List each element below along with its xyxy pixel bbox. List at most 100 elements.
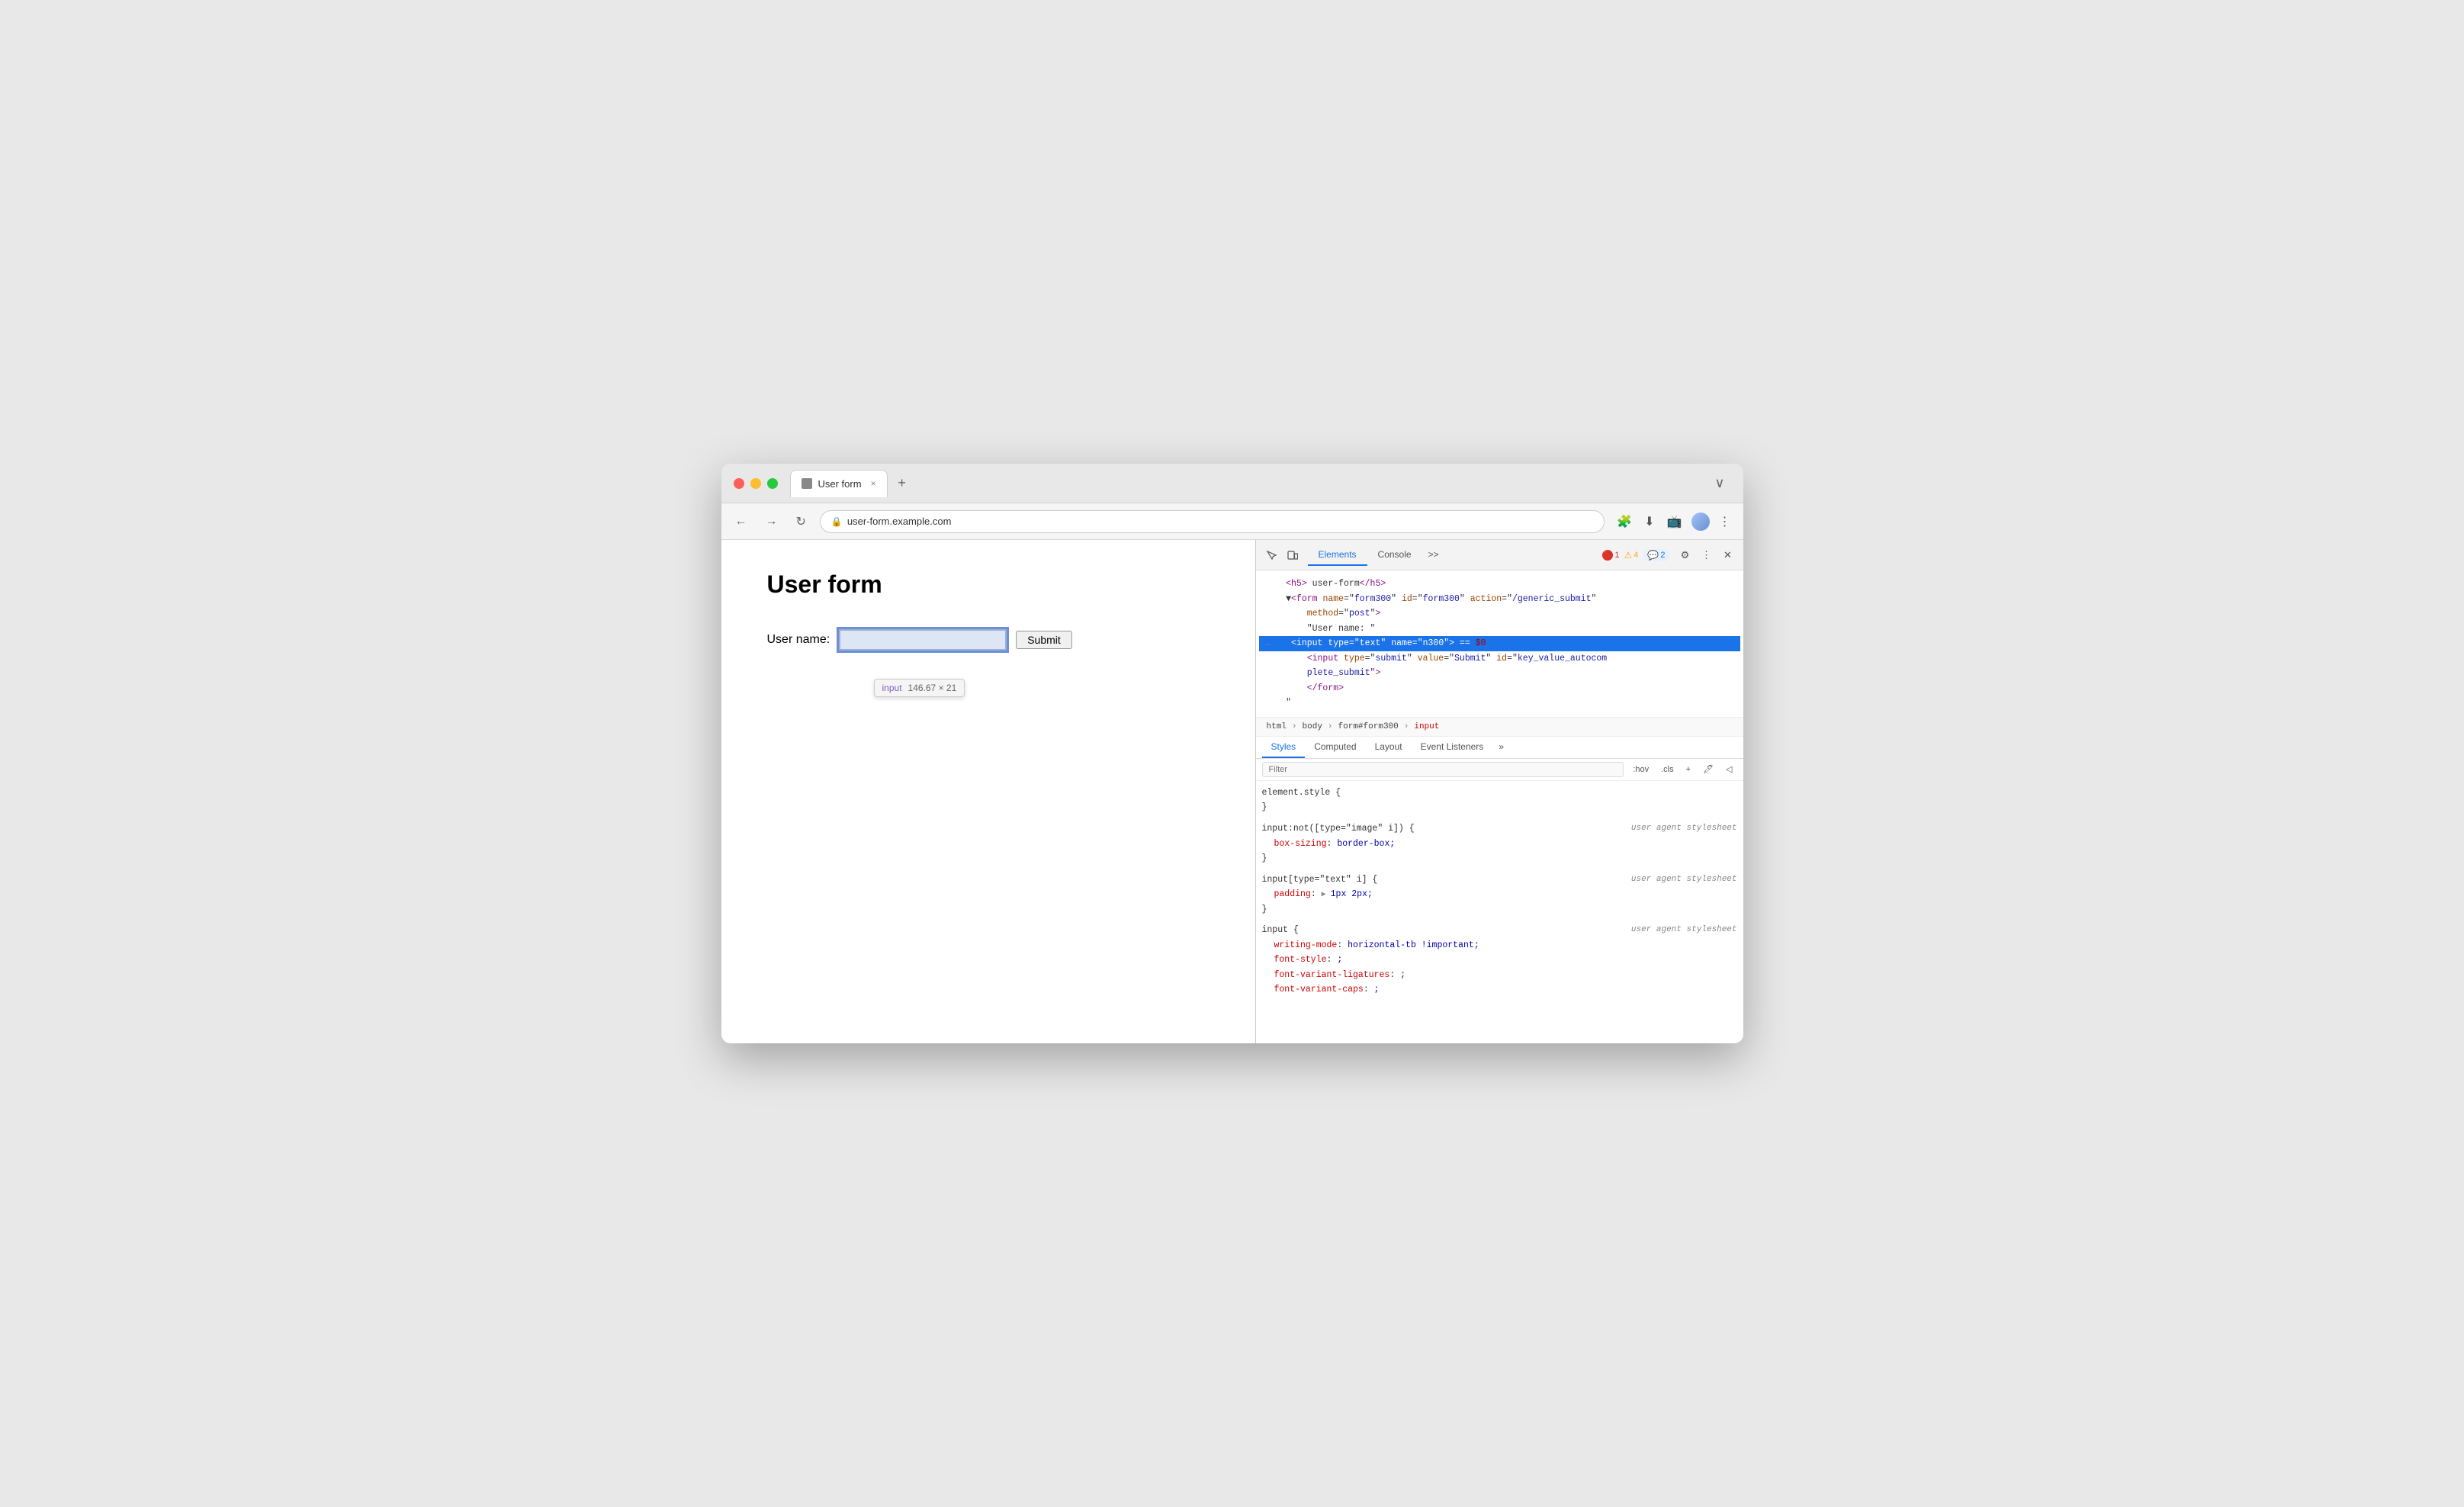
- maximize-traffic-light[interactable]: [767, 478, 778, 489]
- tree-line-text[interactable]: "User name: ": [1259, 622, 1740, 637]
- new-tab-button[interactable]: +: [891, 472, 914, 495]
- css-prop-padding: padding: ▶ 1px 2px;: [1262, 887, 1737, 902]
- devtools-settings-icon[interactable]: ⚙: [1676, 546, 1695, 564]
- back-button[interactable]: ←: [731, 512, 752, 532]
- tooltip-size: 146.67 × 21: [908, 683, 957, 693]
- devtools-main-tabs: Elements Console >>: [1308, 545, 1597, 566]
- tree-line-method[interactable]: method="post">: [1259, 606, 1740, 622]
- css-selector-text-type: input[type="text" i] { user agent styles…: [1262, 872, 1737, 888]
- tree-line-ellipsis[interactable]: ": [1259, 696, 1740, 711]
- add-rule-button[interactable]: +: [1682, 763, 1695, 776]
- tab-console[interactable]: Console: [1367, 545, 1422, 566]
- tree-line-form[interactable]: ▼<form name="form300" id="form300" actio…: [1259, 592, 1740, 607]
- edit-icon[interactable]: 🖊: [1698, 763, 1718, 776]
- bc-html[interactable]: html: [1262, 721, 1291, 733]
- tab-computed[interactable]: Computed: [1305, 737, 1365, 758]
- browser-toolbar: 🧩 ⬇ 📺 ⋮: [1614, 511, 1733, 532]
- css-filter-input[interactable]: [1262, 762, 1624, 777]
- tooltip-tag: input: [882, 683, 902, 693]
- css-prop-box-sizing: box-sizing: border-box;: [1262, 837, 1737, 852]
- devtools-settings: ⚙ ⋮ ✕: [1676, 546, 1737, 564]
- tab-list-button[interactable]: ∨: [1714, 475, 1730, 491]
- devtools-more-icon[interactable]: ⋮: [1698, 546, 1716, 564]
- devtools-status: 🚫 1 ⚠ 4 💬 2: [1602, 549, 1669, 561]
- hov-button[interactable]: :hov: [1628, 763, 1653, 776]
- tab-close-button[interactable]: ×: [871, 478, 876, 489]
- elements-tree: <h5> user-form</h5> ▼<form name="form300…: [1256, 570, 1743, 718]
- title-bar: User form × + ∨: [721, 464, 1743, 503]
- profile-avatar[interactable]: [1691, 513, 1710, 531]
- bc-input[interactable]: input: [1409, 721, 1444, 733]
- url-text: user-form.example.com: [847, 516, 952, 527]
- tree-line-input-submit[interactable]: <input type="submit" value="Submit" id="…: [1259, 651, 1740, 667]
- css-selector-input: input { user agent stylesheet: [1262, 923, 1737, 938]
- element-tooltip: input 146.67 × 21: [874, 679, 965, 697]
- cls-button[interactable]: .cls: [1656, 763, 1679, 776]
- styles-tabs-more[interactable]: »: [1492, 737, 1510, 758]
- devtools-inspect-icons: [1262, 546, 1302, 564]
- breadcrumb-bar: html › body › form#form300 › input: [1256, 718, 1743, 737]
- css-rule-close-3: }: [1262, 902, 1737, 917]
- cast-icon[interactable]: 📺: [1664, 511, 1685, 532]
- devtools-tabs-more[interactable]: >>: [1422, 545, 1445, 566]
- css-rule-text-type: input[type="text" i] { user agent styles…: [1262, 872, 1737, 917]
- tab-event-listeners[interactable]: Event Listeners: [1412, 737, 1493, 758]
- css-rule-input: input { user agent stylesheet writing-mo…: [1262, 923, 1737, 998]
- filter-actions: :hov .cls + 🖊 ◁: [1628, 763, 1736, 776]
- styles-panel-tabs: Styles Computed Layout Event Listeners »: [1256, 737, 1743, 759]
- tab-layout[interactable]: Layout: [1366, 737, 1412, 758]
- reload-button[interactable]: ↻: [792, 511, 811, 532]
- username-input[interactable]: [839, 629, 1007, 651]
- submit-button[interactable]: Submit: [1016, 631, 1072, 649]
- tab-elements[interactable]: Elements: [1308, 545, 1367, 566]
- css-prop-writing-mode: writing-mode: horizontal-tb !important;: [1262, 938, 1737, 953]
- extensions-icon[interactable]: 🧩: [1614, 511, 1635, 532]
- address-bar: ← → ↻ 🔒 user-form.example.com 🧩 ⬇ 📺 ⋮: [721, 503, 1743, 540]
- css-rule-close-1: }: [1262, 800, 1737, 815]
- close-traffic-light[interactable]: [734, 478, 744, 489]
- css-prop-font-variant-ligatures: font-variant-ligatures: ;: [1262, 968, 1737, 983]
- form-row: User name: Submit: [767, 629, 1210, 651]
- error-count[interactable]: 🚫 1: [1602, 550, 1619, 561]
- css-rule-not-image: input:not([type="image" i]) { user agent…: [1262, 821, 1737, 866]
- css-prop-font-style: font-style: ;: [1262, 953, 1737, 968]
- css-prop-font-variant-caps: font-variant-caps: ;: [1262, 982, 1737, 998]
- css-selector-not-image: input:not([type="image" i]) { user agent…: [1262, 821, 1737, 837]
- tab-styles[interactable]: Styles: [1262, 737, 1306, 758]
- browser-menu-icon[interactable]: ⋮: [1716, 511, 1734, 532]
- page-title: User form: [767, 570, 1210, 599]
- forward-button[interactable]: →: [761, 512, 782, 532]
- devtools-panel: Elements Console >> 🚫 1 ⚠ 4: [1255, 540, 1743, 1043]
- username-label: User name:: [767, 633, 830, 647]
- bc-body[interactable]: body: [1298, 721, 1327, 733]
- bc-form[interactable]: form#form300: [1334, 721, 1403, 733]
- css-rule-element-style: element.style { }: [1262, 786, 1737, 815]
- download-icon[interactable]: ⬇: [1641, 511, 1657, 532]
- css-rules-panel: element.style { } input:not([type="image…: [1256, 781, 1743, 1043]
- info-count[interactable]: 💬 2: [1643, 549, 1669, 561]
- inspect-element-icon[interactable]: [1262, 546, 1280, 564]
- url-bar[interactable]: 🔒 user-form.example.com: [820, 510, 1605, 533]
- tree-line-input-text[interactable]: … <input type="text" name="n300"> == $0: [1259, 636, 1740, 651]
- tab-favicon: [802, 478, 812, 489]
- tree-line-form-close[interactable]: </form>: [1259, 681, 1740, 696]
- css-rule-close-2: }: [1262, 851, 1737, 866]
- page-content: User form input 146.67 × 21 User name: S…: [721, 540, 1255, 1043]
- lock-icon: 🔒: [831, 516, 843, 527]
- devtools-close-icon[interactable]: ✕: [1719, 546, 1737, 564]
- toggle-sidebar-icon[interactable]: ◁: [1721, 763, 1736, 776]
- device-toggle-icon[interactable]: [1283, 546, 1302, 564]
- css-selector-element-style: element.style {: [1262, 786, 1737, 801]
- browser-window: User form × + ∨ ← → ↻ 🔒 user-form.exampl…: [721, 464, 1743, 1043]
- main-area: User form input 146.67 × 21 User name: S…: [721, 540, 1743, 1043]
- traffic-lights: [734, 478, 778, 489]
- tab-bar: User form × + ∨: [790, 470, 1731, 497]
- tab-title: User form: [818, 478, 862, 490]
- tree-line-autocomplete[interactable]: plete_submit">: [1259, 666, 1740, 681]
- filter-bar: :hov .cls + 🖊 ◁: [1256, 759, 1743, 781]
- warning-count[interactable]: ⚠ 4: [1624, 550, 1639, 561]
- tree-line-h5[interactable]: <h5> user-form</h5>: [1259, 577, 1740, 592]
- active-tab[interactable]: User form ×: [790, 470, 888, 497]
- devtools-header: Elements Console >> 🚫 1 ⚠ 4: [1256, 540, 1743, 570]
- minimize-traffic-light[interactable]: [750, 478, 761, 489]
